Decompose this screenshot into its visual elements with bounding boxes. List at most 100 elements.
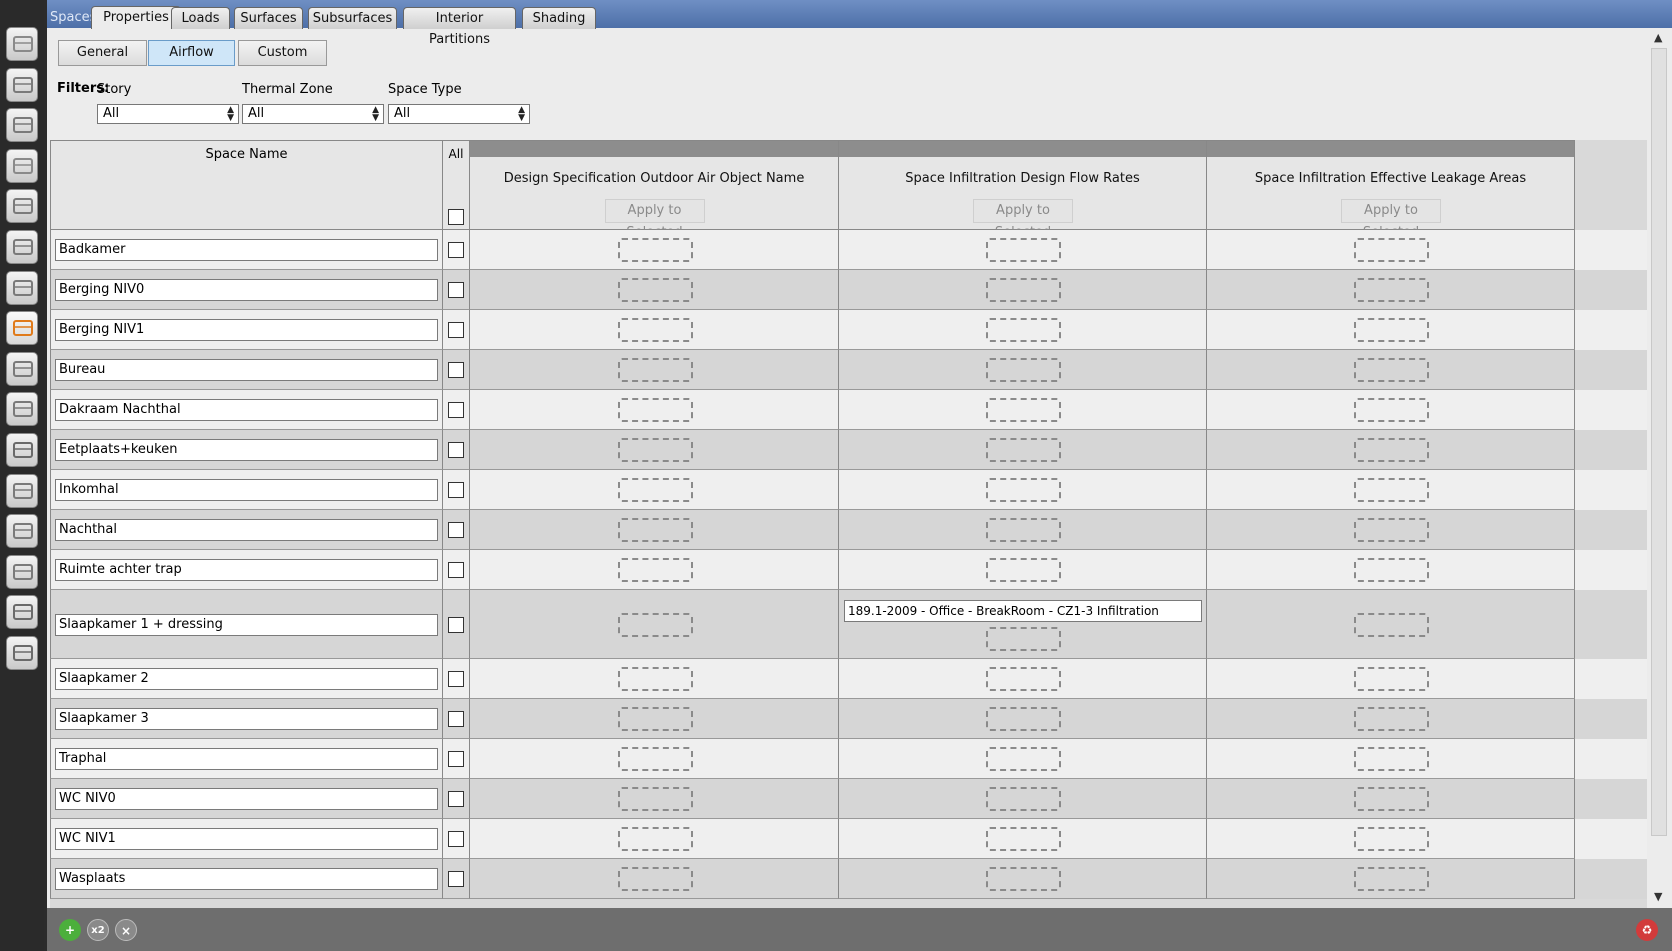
drop-zone[interactable] — [986, 627, 1061, 651]
space-name-input[interactable]: Slaapkamer 2 — [55, 668, 438, 690]
drop-zone[interactable] — [617, 558, 693, 582]
drop-zone[interactable] — [986, 318, 1061, 342]
drop-zone[interactable] — [1354, 238, 1429, 262]
scripts-tab-button[interactable] — [4, 554, 40, 592]
row-select-checkbox[interactable] — [448, 522, 464, 538]
scrollbar-thumb[interactable] — [1651, 48, 1667, 836]
drop-zone[interactable] — [986, 787, 1061, 811]
drop-zone[interactable] — [1354, 867, 1429, 891]
add-space-button[interactable]: + — [59, 919, 81, 941]
space-name-input[interactable]: Traphal — [55, 748, 438, 770]
apply-to-selected-button[interactable]: Apply to Selected — [973, 199, 1073, 240]
drop-zone[interactable] — [1354, 667, 1429, 691]
story-filter-select[interactable]: All ▲ ▼ — [97, 104, 239, 124]
drop-zone[interactable] — [986, 747, 1061, 771]
drop-zone[interactable] — [986, 478, 1061, 502]
row-select-checkbox[interactable] — [448, 482, 464, 498]
space-name-input[interactable]: Berging NIV1 — [55, 319, 438, 341]
thermal-zones-tab-button[interactable] — [4, 351, 40, 389]
scroll-up-icon[interactable]: ▲ — [1654, 31, 1662, 44]
scroll-down-icon[interactable]: ▼ — [1654, 890, 1662, 903]
loads-tab-button[interactable] — [4, 148, 40, 186]
drop-zone[interactable] — [986, 518, 1061, 542]
drop-zone[interactable] — [1354, 747, 1429, 771]
infiltration-flow-field[interactable]: 189.1-2009 - Office - BreakRoom - CZ1-3 … — [844, 600, 1202, 622]
tab-shading[interactable]: Shading — [522, 7, 596, 29]
drop-zone[interactable] — [1354, 558, 1429, 582]
drop-zone[interactable] — [986, 558, 1061, 582]
run-tab-button[interactable] — [4, 594, 40, 632]
row-select-checkbox[interactable] — [448, 322, 464, 338]
drop-zone[interactable] — [986, 707, 1061, 731]
building-summary-tab-button[interactable] — [4, 432, 40, 470]
schedules-tab-button[interactable] — [4, 67, 40, 105]
row-select-checkbox[interactable] — [448, 442, 464, 458]
drop-zone[interactable] — [986, 358, 1061, 382]
space-name-input[interactable]: WC NIV1 — [55, 828, 438, 850]
spaces-tab-button[interactable] — [4, 310, 40, 348]
drop-zone[interactable] — [1354, 518, 1429, 542]
purge-button[interactable]: ♻ — [1636, 919, 1658, 941]
subtab-custom[interactable]: Custom — [238, 40, 327, 66]
space-name-input[interactable]: Ruimte achter trap — [55, 559, 438, 581]
subtab-airflow[interactable]: Airflow — [148, 40, 235, 66]
drop-zone[interactable] — [986, 667, 1061, 691]
drop-zone[interactable] — [617, 667, 693, 691]
row-select-checkbox[interactable] — [448, 242, 464, 258]
space-name-input[interactable]: Eetplaats+keuken — [55, 439, 438, 461]
drop-zone[interactable] — [1354, 827, 1429, 851]
space-name-input[interactable]: Bureau — [55, 359, 438, 381]
geometry-tab-button[interactable] — [4, 229, 40, 267]
drop-zone[interactable] — [1354, 318, 1429, 342]
row-select-checkbox[interactable] — [448, 871, 464, 887]
row-select-checkbox[interactable] — [448, 831, 464, 847]
row-select-checkbox[interactable] — [448, 402, 464, 418]
space-name-input[interactable]: Berging NIV0 — [55, 279, 438, 301]
space-name-input[interactable]: Wasplaats — [55, 868, 438, 890]
space-name-input[interactable]: Slaapkamer 1 + dressing — [55, 614, 438, 636]
row-select-checkbox[interactable] — [448, 671, 464, 687]
space-name-input[interactable]: Badkamer — [55, 239, 438, 261]
drop-zone[interactable] — [986, 827, 1061, 851]
site-tab-button[interactable] — [4, 26, 40, 64]
drop-zone[interactable] — [986, 278, 1061, 302]
tab-subsurfaces[interactable]: Subsurfaces — [308, 7, 397, 29]
space-type-filter-select[interactable]: All ▲ ▼ — [388, 104, 530, 124]
row-select-checkbox[interactable] — [448, 362, 464, 378]
drop-zone[interactable] — [617, 518, 693, 542]
drop-zone[interactable] — [986, 867, 1061, 891]
remove-space-button[interactable]: × — [115, 919, 137, 941]
space-name-input[interactable]: WC NIV0 — [55, 788, 438, 810]
row-select-checkbox[interactable] — [448, 617, 464, 633]
apply-to-selected-button[interactable]: Apply to Selected — [1341, 199, 1441, 240]
drop-zone[interactable] — [617, 707, 693, 731]
drop-zone[interactable] — [1354, 613, 1429, 637]
drop-zone[interactable] — [617, 358, 693, 382]
constructions-tab-button[interactable] — [4, 107, 40, 145]
space-name-input[interactable]: Inkomhal — [55, 479, 438, 501]
drop-zone[interactable] — [617, 867, 693, 891]
drop-zone[interactable] — [617, 787, 693, 811]
subtab-general[interactable]: General — [58, 40, 147, 66]
tab-loads[interactable]: Loads — [171, 7, 230, 29]
drop-zone[interactable] — [986, 438, 1061, 462]
copy-space-button[interactable]: x2 — [87, 919, 109, 941]
space-name-input[interactable]: Nachthal — [55, 519, 438, 541]
drop-zone[interactable] — [1354, 278, 1429, 302]
thermal-zone-filter-select[interactable]: All ▲ ▼ — [242, 104, 384, 124]
space-types-tab-button[interactable] — [4, 188, 40, 226]
tab-interior-partitions[interactable]: Interior Partitions — [403, 7, 516, 47]
drop-zone[interactable] — [1354, 358, 1429, 382]
apply-to-selected-button[interactable]: Apply to Selected — [604, 199, 705, 240]
hvac-systems-tab-button[interactable] — [4, 391, 40, 429]
drop-zone[interactable] — [1354, 438, 1429, 462]
row-select-checkbox[interactable] — [448, 711, 464, 727]
drop-zone[interactable] — [1354, 707, 1429, 731]
row-select-checkbox[interactable] — [448, 751, 464, 767]
row-select-checkbox[interactable] — [448, 562, 464, 578]
drop-zone[interactable] — [986, 238, 1061, 262]
facility-tab-button[interactable] — [4, 270, 40, 308]
space-name-input[interactable]: Dakraam Nachthal — [55, 399, 438, 421]
select-all-checkbox[interactable] — [448, 209, 464, 225]
measures-tab-button[interactable] — [4, 473, 40, 511]
